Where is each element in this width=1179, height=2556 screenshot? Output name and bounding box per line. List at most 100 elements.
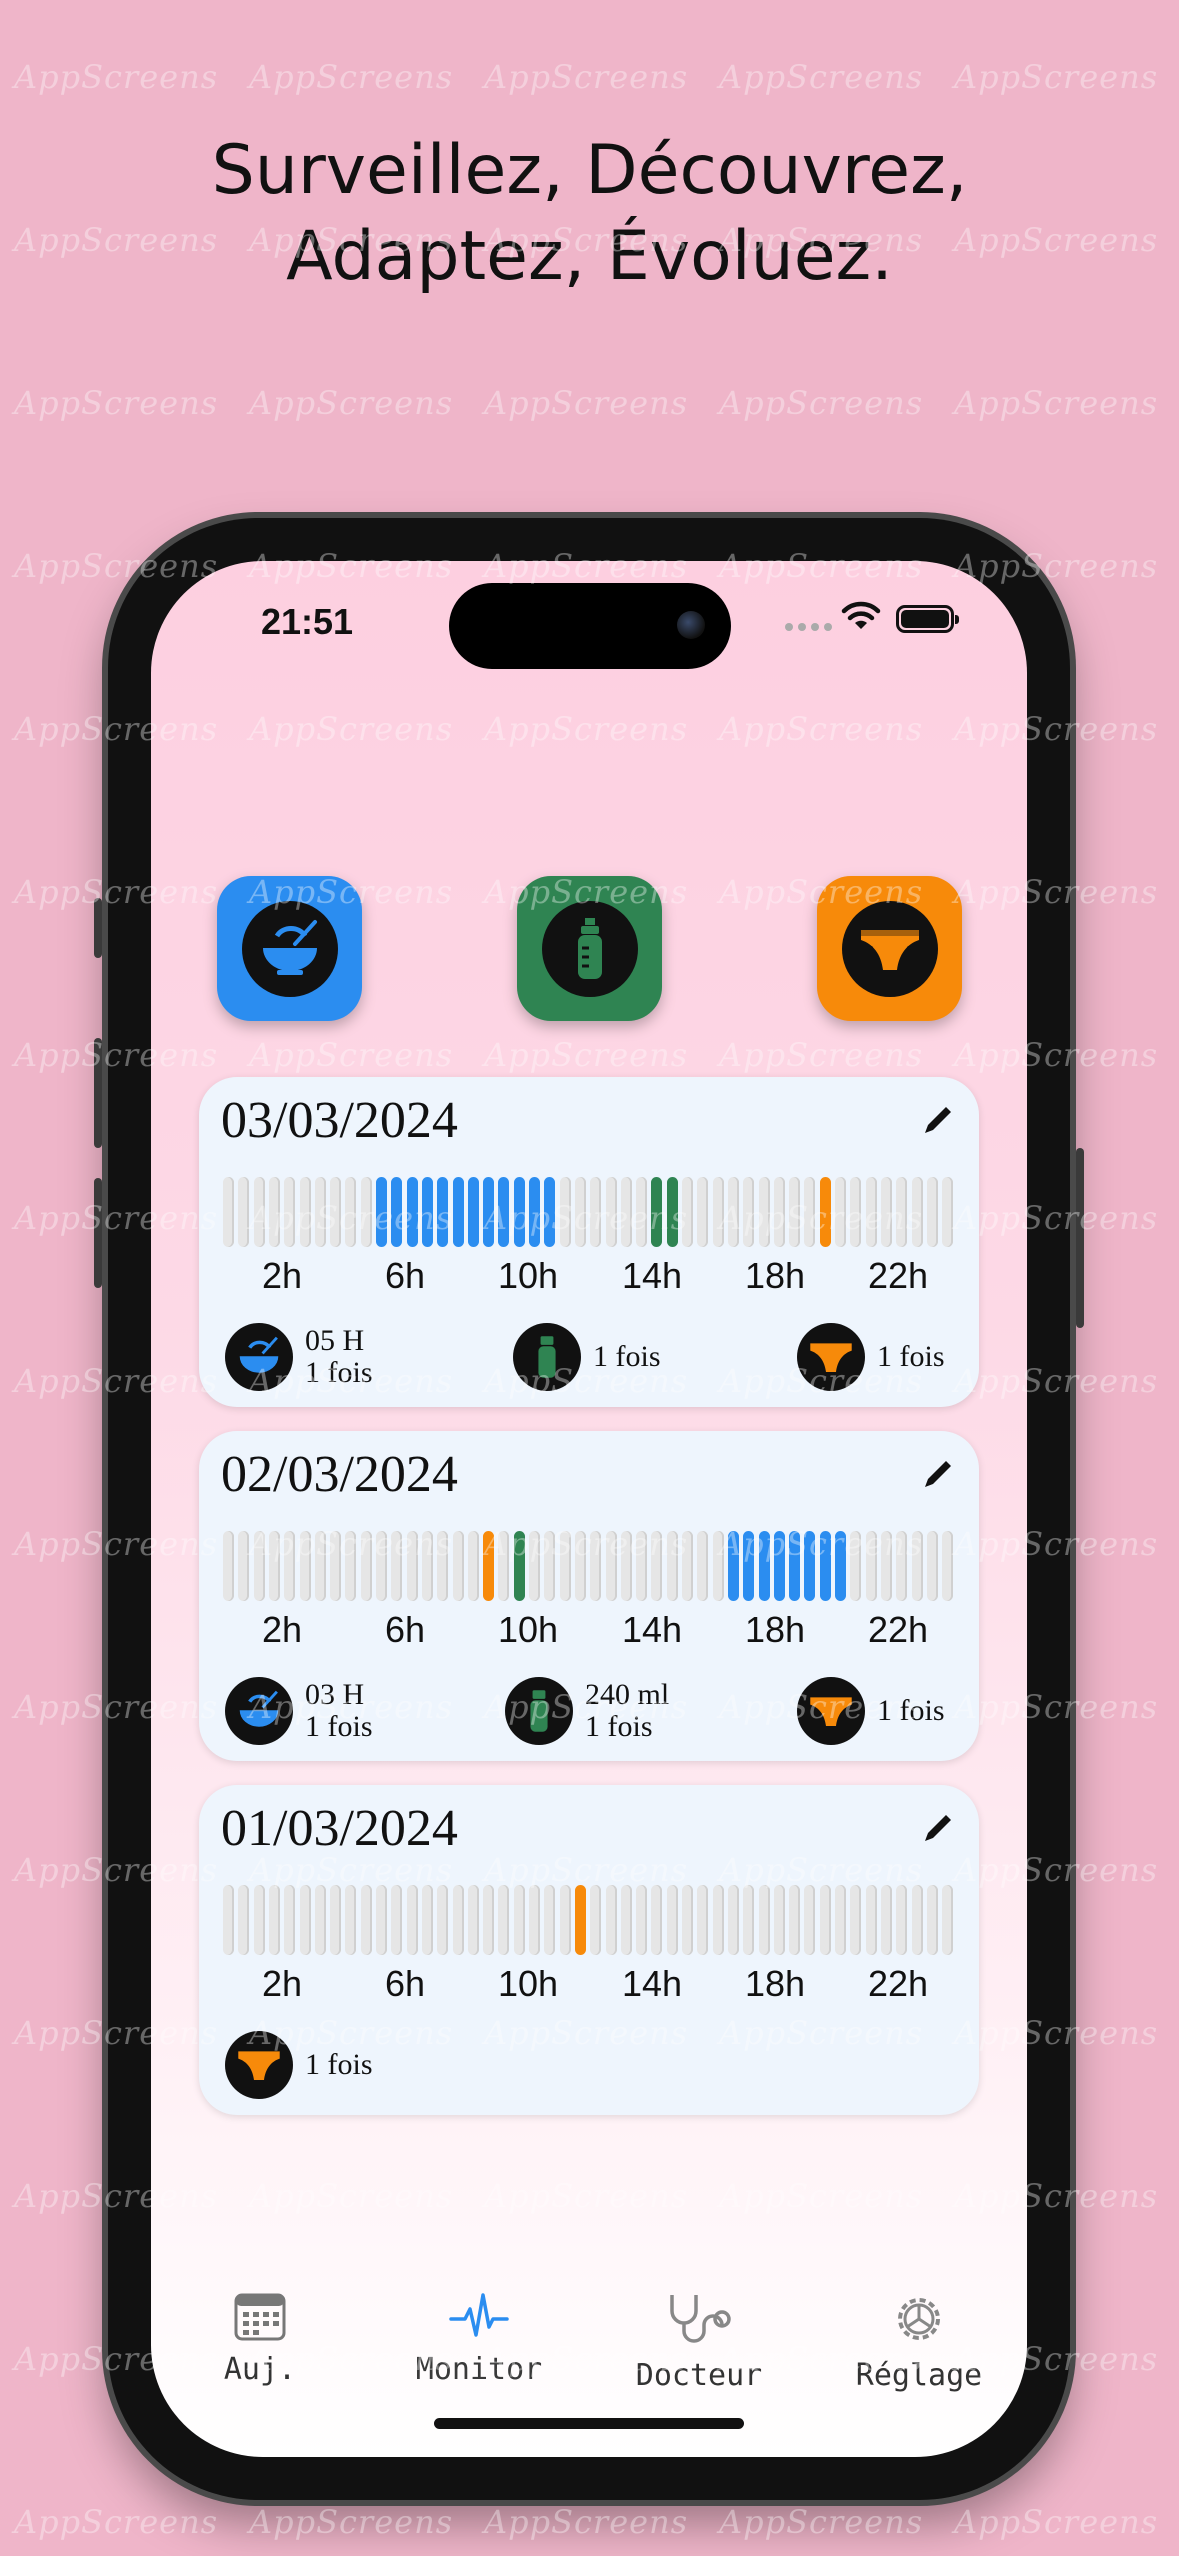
timeline-slot [590,1885,602,1955]
phone-action-button [94,898,102,958]
timeline-slot [865,1531,877,1601]
timeline-slot [819,1885,831,1955]
hour-label: 18h [744,1609,806,1650]
timeline-slot [666,1531,678,1601]
timeline-slot [238,1177,250,1247]
timeline-slot [498,1885,510,1955]
timeline-slot [712,1177,724,1247]
tab-label: Réglage [855,2358,983,2393]
timeline-slot [559,1531,571,1601]
hour-label: 2h [261,1963,303,2004]
timeline-slot [880,1177,892,1247]
edit-pencil-icon[interactable] [919,1455,957,1493]
timeline-slot [421,1531,433,1601]
timeline-slot [574,1531,586,1601]
timeline-slot-bottle [513,1531,525,1601]
timeline-slot-feeding [376,1177,387,1247]
timeline-slot [299,1531,311,1601]
tab-settings[interactable]: Réglage [819,2291,1019,2393]
timeline-slot [620,1885,632,1955]
timeline-slot [253,1177,265,1247]
day-card[interactable]: 03/03/2024 2h 6h 10h 14h 18h 22h 05 H1 fois 1… [199,1077,979,1407]
add-diaper-button[interactable] [817,876,962,1021]
timeline-slot [314,1885,326,1955]
phone-power-button [1076,1148,1084,1328]
timeline-slot [513,1885,525,1955]
camera-icon [677,611,705,639]
edit-pencil-icon[interactable] [919,1101,957,1139]
timeline-slot-feeding [391,1177,403,1247]
hour-label: 2h [261,1609,303,1650]
timeline-slot [483,1885,495,1955]
baby-bottle-icon [513,1323,581,1391]
cellular-signal-icon [785,623,832,631]
add-bottle-button[interactable] [517,876,662,1021]
tab-doctor[interactable]: Docteur [599,2291,799,2393]
watermark-text: AppScreens [14,384,219,422]
timeline-slot-feeding [483,1177,495,1247]
timeline-slot [697,1177,709,1247]
add-feeding-button[interactable] [217,876,362,1021]
watermark-text: AppScreens [954,384,1159,422]
home-indicator[interactable] [434,2418,744,2429]
hour-label: 22h [867,1963,929,2004]
timeline-slot [636,1885,648,1955]
timeline-slot-bottle [666,1177,678,1247]
timeline-slot [223,1177,234,1247]
timeline-slot [911,1531,923,1601]
hour-label: 6h [384,1255,426,1296]
timeline-slot [865,1177,877,1247]
timeline-slot [926,1885,938,1955]
timeline-slot [850,1885,862,1955]
day-card[interactable]: 02/03/2024 2h 6h 10h 14h 18h 22h 03 H1 fois 2… [199,1431,979,1761]
timeline-slot [620,1177,632,1247]
timeline-slot [376,1531,387,1601]
hour-label: 14h [621,1963,683,2004]
timeline-slot [406,1885,418,1955]
timeline-slot [467,1885,479,1955]
day-timeline [223,1885,959,1955]
timeline-slot-feeding [819,1531,831,1601]
edit-pencil-icon[interactable] [919,1809,957,1847]
timeline-slot [743,1177,755,1247]
hour-label: 10h [497,1255,559,1296]
timeline-slot [452,1885,464,1955]
watermark-text: AppScreens [249,384,454,422]
timeline-slot [223,1885,234,1955]
feeding-count: 1 fois [305,1710,373,1743]
timeline-slot [896,1177,908,1247]
timeline-slot-feeding [421,1177,433,1247]
hour-label: 14h [621,1609,683,1650]
timeline-slot [636,1177,648,1247]
bottle-volume: 240 ml [585,1678,670,1711]
timeline-slot-feeding [804,1531,816,1601]
watermark-text: AppScreens [954,2503,1159,2541]
timeline-slot [268,1885,280,1955]
timeline-slot [880,1885,892,1955]
hour-label: 14h [621,1255,683,1296]
day-card[interactable]: 01/03/2024 2h 6h 10h 14h 18h 22h 1 fois [199,1785,979,2115]
timeline-slot [253,1885,265,1955]
timeline-slot [268,1531,280,1601]
heartbeat-icon [449,2293,509,2337]
timeline-slot [865,1885,877,1955]
timeline-slot-feeding [743,1531,755,1601]
hour-label: 18h [744,1255,806,1296]
timeline-slot [330,1531,342,1601]
timeline-slot [376,1885,387,1955]
day-date: 03/03/2024 [221,1092,458,1149]
timeline-slot [406,1531,418,1601]
timeline-slot [758,1885,770,1955]
tab-label: Auj. [223,2352,297,2387]
diaper-count: 1 fois [305,2048,373,2081]
timeline-slot [299,1177,311,1247]
timeline-slot [544,1531,556,1601]
app-screen: 21:51 03/03/2024 2h 6h 10h 14h 18h 22h 0… [151,561,1027,2457]
timeline-slot-feeding [758,1531,770,1601]
timeline-slot [620,1531,632,1601]
timeline-slot [743,1885,755,1955]
tab-monitor[interactable]: Monitor [379,2291,579,2387]
tab-today[interactable]: Auj. [160,2291,360,2387]
timeline-slot [835,1177,846,1247]
timeline-slot [391,1885,403,1955]
